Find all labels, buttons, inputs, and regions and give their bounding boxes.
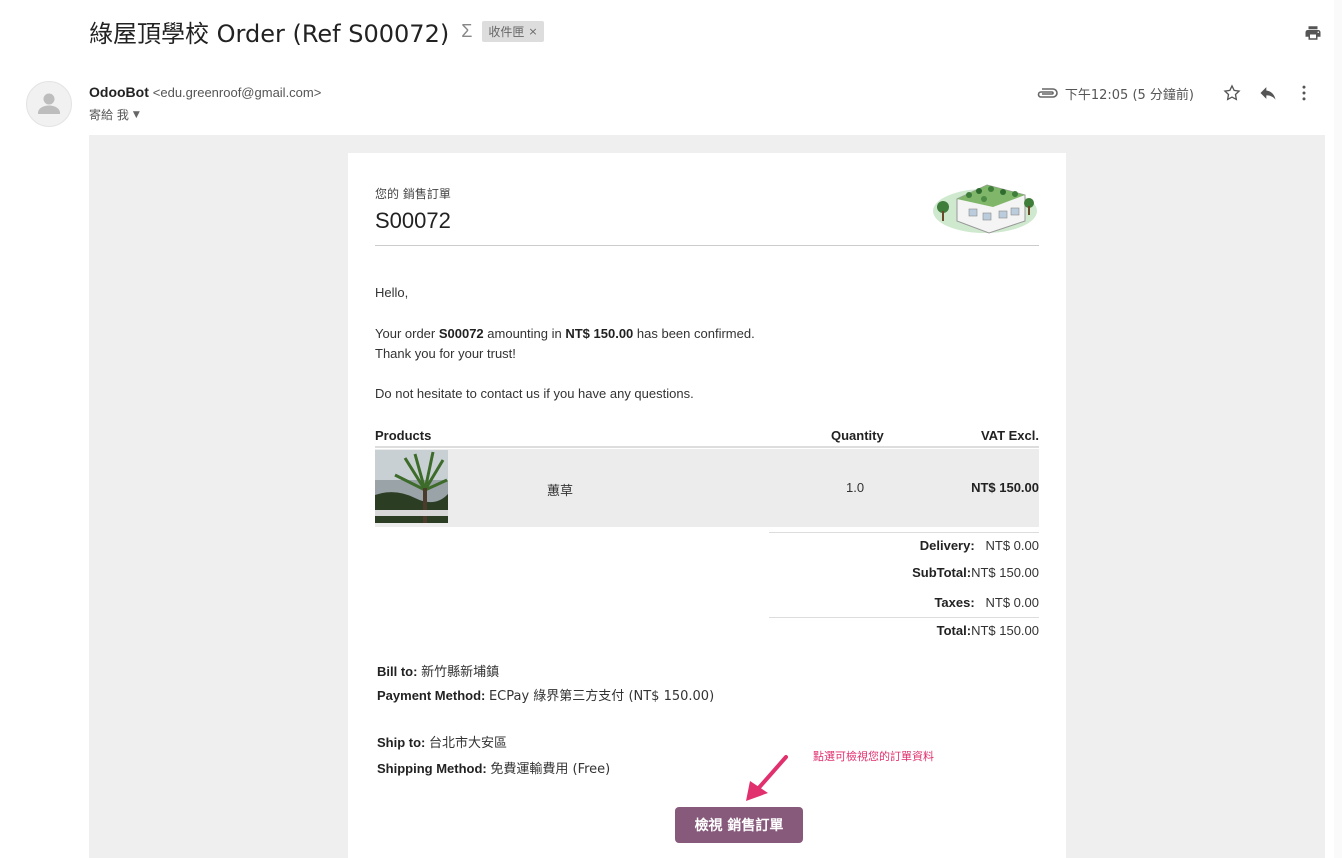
product-image xyxy=(375,450,448,523)
taxes-row: Taxes: NT$ 0.00 xyxy=(934,595,1039,610)
header-vat-excl: VAT Excl. xyxy=(980,428,1039,443)
sender-name[interactable]: OdooBot xyxy=(89,84,149,100)
shipping-method-value: 免費運輸費用 (Free) xyxy=(490,762,611,777)
payment-method-value: ECPay 綠界第三方支付 (NT$ 150.00) xyxy=(488,689,715,704)
company-logo xyxy=(933,184,1037,234)
header-divider xyxy=(375,245,1039,246)
inbox-label: 收件匣 xyxy=(488,25,525,39)
products-table-header: Products Quantity VAT Excl. xyxy=(375,428,1039,448)
total-label: Total: xyxy=(936,623,972,638)
email-card-content: 您的 銷售訂單 S00072 Hello, Your order S00072 … xyxy=(375,153,1039,858)
annotation-arrow-icon xyxy=(746,755,788,801)
scrollbar[interactable] xyxy=(1334,0,1342,858)
sender-avatar xyxy=(26,81,72,127)
recipient-line: 寄給 我 ▼ xyxy=(89,106,140,123)
delivery-row: Delivery: NT$ 0.00 xyxy=(920,538,1039,553)
product-name: 蕙草 xyxy=(547,484,574,499)
inbox-label-chip: 收件匣 × xyxy=(482,21,544,42)
star-button[interactable] xyxy=(1214,82,1250,104)
annotation-hint: 點選可檢視您的訂單資料 xyxy=(813,750,934,763)
recipient-details-caret-icon[interactable]: ▼ xyxy=(133,110,140,120)
header-products: Products xyxy=(375,428,432,443)
header-quantity: Quantity xyxy=(831,428,884,443)
total-value: NT$ 150.00 xyxy=(971,623,1039,638)
greeting-text: Hello, xyxy=(375,285,409,300)
person-icon xyxy=(38,93,60,114)
table-row: 蕙草 1.0 NT$ 150.00 xyxy=(375,449,1039,527)
bill-to-value: 新竹縣新埔鎮 xyxy=(421,665,500,680)
remove-label-icon[interactable]: × xyxy=(528,25,537,38)
ship-to-line: Ship to: 台北市大安區 xyxy=(377,732,507,751)
taxes-label: Taxes: xyxy=(934,595,975,610)
confirm-prefix: Your order xyxy=(375,326,439,341)
print-icon[interactable] xyxy=(1304,24,1322,42)
received-time: 下午12:05 (5 分鐘前) xyxy=(1064,87,1194,103)
sender-line: OdooBot <edu.greenroof@gmail.com> xyxy=(89,84,321,100)
shipping-method-line: Shipping Method: 免費運輸費用 (Free) xyxy=(377,758,610,777)
confirm-amount: NT$ 150.00 xyxy=(565,326,634,341)
reply-button[interactable] xyxy=(1250,82,1286,104)
confirmation-text: Your order S00072 amounting in NT$ 150.0… xyxy=(375,326,755,341)
shipping-method-label: Shipping Method: xyxy=(377,761,487,776)
bill-to-line: Bill to: 新竹縣新埔鎮 xyxy=(377,661,499,680)
attachment-icon xyxy=(1037,88,1058,98)
taxes-value: NT$ 0.00 xyxy=(985,595,1039,610)
ship-to-label: Ship to: xyxy=(377,735,426,750)
email-card: 您的 銷售訂單 S00072 Hello, Your order S00072 … xyxy=(348,153,1066,858)
star-icon xyxy=(1223,84,1241,101)
confirm-order-ref: S00072 xyxy=(438,326,484,341)
importance-marker-icon[interactable]: Σ xyxy=(461,21,472,42)
subtotal-row: SubTotal:NT$ 150.00 xyxy=(912,565,1039,580)
more-options-button[interactable] xyxy=(1286,82,1322,104)
ship-to-value: 台北市大安區 xyxy=(429,736,508,751)
subject-row: 綠屋頂學校 Order (Ref S00072) Σ 收件匣 × xyxy=(89,14,544,49)
confirm-middle: amounting in xyxy=(483,326,566,341)
view-sales-order-button[interactable]: 檢視 銷售訂單 xyxy=(675,807,803,843)
total-row: Total:NT$ 150.00 xyxy=(937,623,1039,638)
reply-icon xyxy=(1260,87,1276,100)
sender-email: <edu.greenroof@gmail.com> xyxy=(152,85,322,100)
contact-text: Do not hesitate to contact us if you hav… xyxy=(375,386,694,401)
product-price: NT$ 150.00 xyxy=(971,480,1039,495)
message-actions: 下午12:05 (5 分鐘前) xyxy=(1035,82,1322,104)
product-quantity: 1.0 xyxy=(846,480,865,495)
delivery-label: Delivery: xyxy=(919,538,975,553)
recipient-text: 寄給 我 xyxy=(89,108,129,122)
document-label: 您的 銷售訂單 xyxy=(375,187,451,201)
confirm-suffix: has been confirmed. xyxy=(633,326,755,341)
subtotal-label: SubTotal: xyxy=(912,565,972,580)
payment-method-label: Payment Method: xyxy=(377,688,486,703)
more-vert-icon xyxy=(1302,85,1306,101)
order-number: S00072 xyxy=(375,208,451,233)
subtotal-value: NT$ 150.00 xyxy=(971,565,1039,580)
delivery-value: NT$ 0.00 xyxy=(985,538,1039,553)
bill-to-label: Bill to: xyxy=(377,664,418,679)
email-subject: 綠屋頂學校 Order (Ref S00072) xyxy=(89,20,450,48)
totals-top-divider xyxy=(769,532,1039,533)
payment-method-line: Payment Method: ECPay 綠界第三方支付 (NT$ 150.0… xyxy=(377,685,714,704)
thanks-text: Thank you for your trust! xyxy=(375,346,516,361)
totals-bottom-divider xyxy=(769,617,1039,618)
